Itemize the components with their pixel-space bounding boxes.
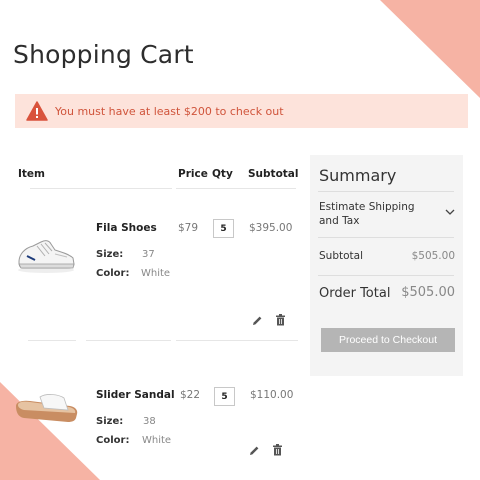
size-label: Size: (96, 416, 124, 427)
header-divider (30, 188, 172, 189)
row-divider (28, 340, 76, 341)
chevron-down-icon[interactable] (444, 202, 456, 215)
column-header-subtotal: Subtotal (248, 168, 299, 180)
trash-icon[interactable] (274, 314, 286, 326)
corner-decoration-top (380, 0, 480, 98)
product-name[interactable]: Fila Shoes (96, 222, 157, 234)
order-total-label: Order Total (319, 286, 391, 301)
minimum-order-alert: You must have at least $200 to check out (15, 94, 468, 128)
color-label: Color: (96, 435, 130, 446)
size-label: Size: (96, 249, 124, 260)
color-value: White (141, 268, 171, 279)
row-divider (176, 340, 298, 341)
size-value: 38 (143, 416, 156, 427)
edit-icon[interactable] (251, 314, 263, 326)
page-title: Shopping Cart (13, 40, 194, 69)
column-header-qty: Qty (212, 168, 233, 180)
summary-title: Summary (319, 166, 397, 185)
color-value: White (142, 435, 172, 446)
item-subtotal: $395.00 (249, 222, 293, 234)
column-header-price: Price (178, 168, 208, 180)
trash-icon[interactable] (271, 444, 283, 456)
quantity-input[interactable]: 5 (214, 387, 235, 406)
order-summary-panel: Summary Estimate Shipping and Tax Subtot… (310, 155, 463, 376)
quantity-input[interactable]: 5 (213, 219, 234, 238)
product-image-fila-shoes[interactable] (15, 232, 77, 274)
size-value: 37 (142, 249, 155, 260)
product-image-slider-sandal[interactable] (14, 392, 80, 428)
summary-divider (318, 191, 454, 192)
alert-message: You must have at least $200 to check out (55, 104, 284, 118)
summary-subtotal-value: $505.00 (411, 250, 455, 262)
item-price: $79 (178, 222, 199, 234)
product-name[interactable]: Slider Sandal (96, 389, 175, 401)
order-total-value: $505.00 (401, 285, 455, 300)
warning-icon (25, 100, 49, 122)
item-subtotal: $110.00 (250, 389, 294, 401)
row-divider (86, 340, 171, 341)
edit-icon[interactable] (248, 444, 260, 456)
summary-subtotal-label: Subtotal (319, 250, 363, 262)
item-price: $22 (180, 389, 201, 401)
header-divider (176, 188, 296, 189)
color-label: Color: (96, 268, 130, 279)
proceed-to-checkout-button[interactable]: Proceed to Checkout (321, 328, 455, 352)
column-header-item: Item (18, 168, 45, 180)
summary-divider (318, 275, 454, 276)
summary-divider (318, 237, 454, 238)
estimate-shipping-toggle[interactable]: Estimate Shipping and Tax (319, 200, 429, 228)
